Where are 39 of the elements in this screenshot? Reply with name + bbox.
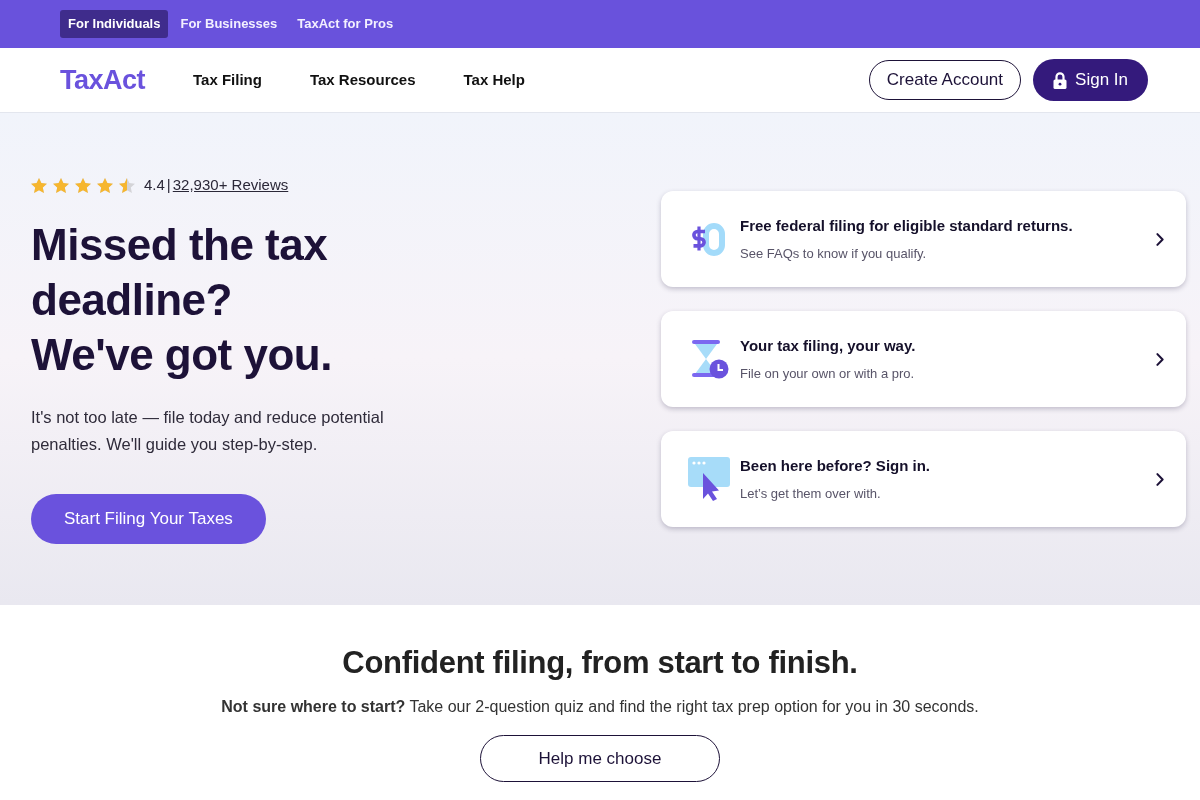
nav-link[interactable]: Tax Filing [193, 68, 262, 92]
chevron-right-icon [1156, 352, 1164, 366]
sign-in-button[interactable]: Sign In [1033, 59, 1148, 101]
hero-description: It's not too late — file today and reduce potential penalties. We'll guide you step-by-step. [31, 407, 385, 455]
chevron-right-icon [1156, 232, 1164, 246]
hero-headline: Missed the tax deadline? We've got you. [31, 219, 333, 381]
reviews-link[interactable]: 32,930+ Reviews [172, 173, 289, 197]
start-filing-button[interactable]: Start Filing Your Taxes [31, 494, 266, 544]
option-card[interactable]: Free federal filing for eligible standard returns. See FAQs to know if you qualify. [661, 191, 1186, 287]
card-subtitle: See FAQs to know if you qualify. [740, 245, 928, 263]
chevron-right-icon [1156, 472, 1164, 486]
card-title: Been here before? Sign in. [740, 455, 931, 476]
help-me-choose-button[interactable]: Help me choose [480, 735, 720, 782]
option-card[interactable]: Your tax filing, your way. File on your own or with a pro. [661, 311, 1186, 407]
section-heading: Confident filing, from start to finish. [342, 645, 858, 681]
card-subtitle: Let’s get them over with. [740, 485, 882, 503]
star-icon [53, 177, 69, 193]
star-icon [97, 177, 113, 193]
half-star-icon [119, 177, 135, 193]
zero-dollar-icon [691, 222, 727, 256]
quiz-description: Not sure where to start? Take our 2-question quiz and find the right tax prep option for you in 30 seconds. [221, 697, 979, 717]
nav-link[interactable]: Tax Help [463, 68, 525, 92]
card-title: Your tax filing, your way. [740, 335, 916, 356]
rating-separator: | [166, 174, 171, 195]
rating-score: 4.4 [144, 174, 165, 195]
create-account-button[interactable]: Create Account [868, 60, 1022, 100]
hourglass-clock-icon [689, 339, 729, 379]
option-card[interactable]: Been here before? Sign in. Let’s get them over with. [661, 431, 1186, 527]
nav-link[interactable]: Tax Resources [309, 68, 416, 92]
card-title: Free federal filing for eligible standard returns. [740, 215, 1073, 236]
browser-cursor-icon [688, 457, 730, 501]
star-icon [75, 177, 91, 193]
audience-tab[interactable]: TaxAct for Pros [289, 10, 402, 38]
lock-icon [1053, 71, 1068, 89]
audience-tab[interactable]: For Businesses [172, 10, 286, 38]
card-subtitle: File on your own or with a pro. [740, 365, 916, 383]
star-icon [31, 177, 47, 193]
brand-logo[interactable]: TaxAct [60, 66, 146, 94]
audience-tab[interactable]: For Individuals [60, 10, 169, 38]
